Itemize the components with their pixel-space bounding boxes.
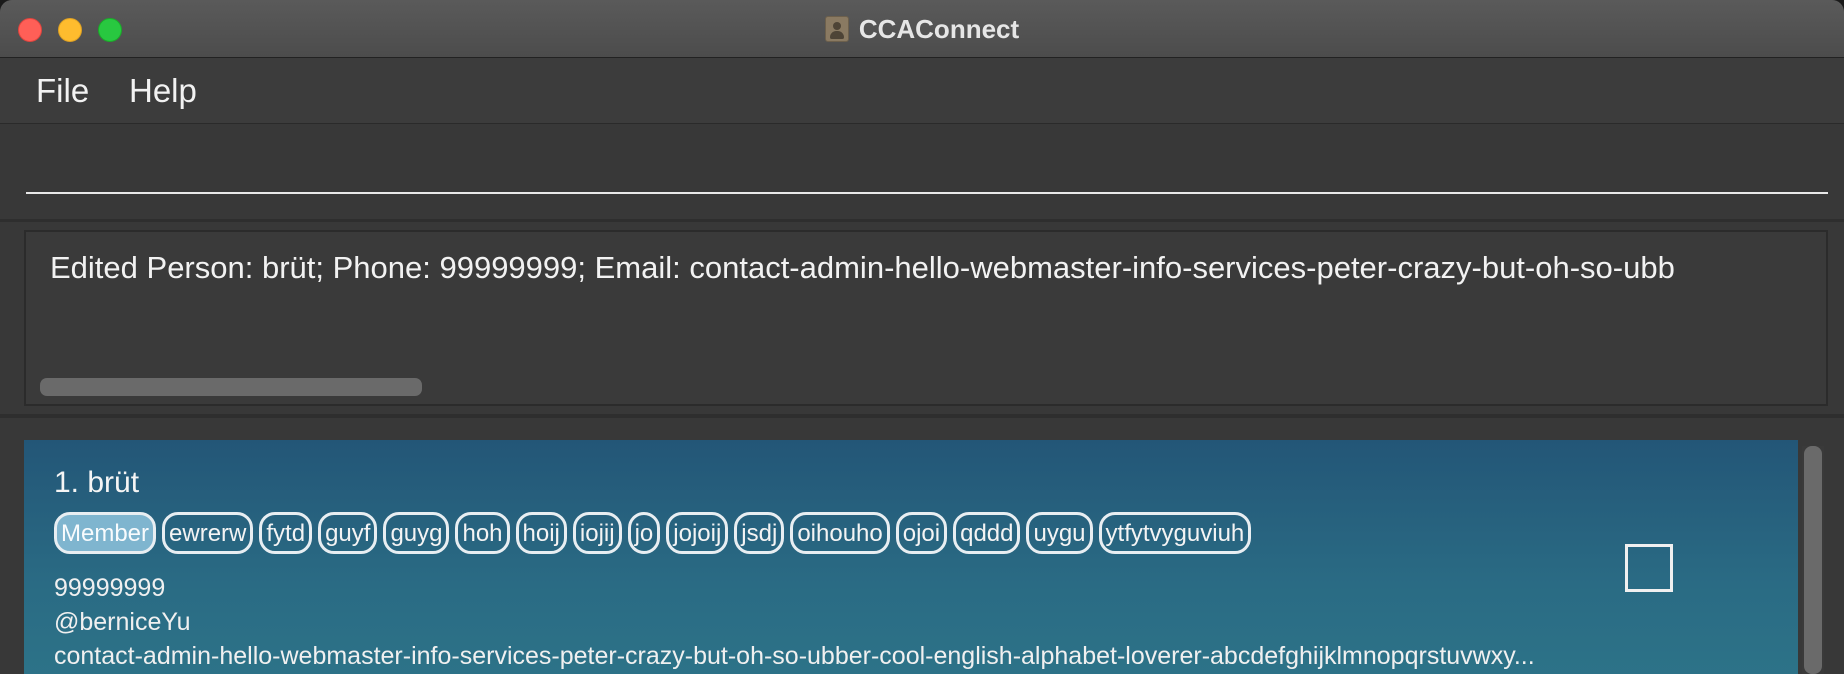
- contact-app-icon: [824, 16, 849, 42]
- person-email: contact-admin-hello-webmaster-info-servi…: [54, 642, 1535, 670]
- tag: jo: [627, 512, 661, 554]
- tag: uygu: [1026, 512, 1093, 554]
- title-group: CCAConnect: [0, 0, 1844, 58]
- tag: oihouho: [790, 512, 890, 554]
- attendance-checkbox[interactable]: [1625, 544, 1673, 592]
- list-vertical-scrollbar[interactable]: [1802, 446, 1824, 674]
- tag: ytfytvyguviuh: [1098, 512, 1252, 554]
- person-phone: 99999999: [54, 574, 166, 602]
- tag-list: Member ewrerw fytd guyf guyg hoh hoij io…: [54, 512, 1252, 554]
- person-name: 1. brüt: [54, 466, 140, 499]
- tag: iojij: [572, 512, 622, 554]
- tag: ojoi: [895, 512, 948, 554]
- tag: Member: [54, 512, 157, 554]
- result-horizontal-scrollbar[interactable]: [40, 378, 422, 396]
- tag: jsdj: [734, 512, 785, 554]
- tag: jojoij: [666, 512, 729, 554]
- result-message: Edited Person: brüt; Phone: 99999999; Em…: [50, 250, 1675, 285]
- tag: hoij: [515, 512, 567, 554]
- tag: ewrerw: [162, 512, 254, 554]
- title-bar[interactable]: CCAConnect: [0, 0, 1844, 58]
- person-handle: @berniceYu: [54, 608, 191, 636]
- person-card[interactable]: 1. brüt Member ewrerw fytd guyf guyg hoh…: [24, 440, 1798, 674]
- result-display[interactable]: Edited Person: brüt; Phone: 99999999; Em…: [24, 230, 1828, 406]
- menu-bar: File Help: [0, 58, 1844, 124]
- command-input[interactable]: [26, 144, 1828, 194]
- tag: qddd: [953, 512, 1021, 554]
- person-list: 1. brüt Member ewrerw fytd guyf guyg hoh…: [0, 418, 1844, 674]
- tag: hoh: [455, 512, 510, 554]
- tag: guyg: [383, 512, 450, 554]
- tag: guyf: [318, 512, 378, 554]
- window-title: CCAConnect: [858, 13, 1020, 44]
- app-window: CCAConnect File Help Edited Person: brüt…: [0, 0, 1844, 674]
- menu-file[interactable]: File: [36, 72, 89, 110]
- menu-help[interactable]: Help: [129, 72, 197, 110]
- tag: fytd: [259, 512, 313, 554]
- command-box: [0, 124, 1844, 219]
- scrollbar-thumb[interactable]: [1804, 446, 1822, 674]
- divider: [0, 219, 1844, 222]
